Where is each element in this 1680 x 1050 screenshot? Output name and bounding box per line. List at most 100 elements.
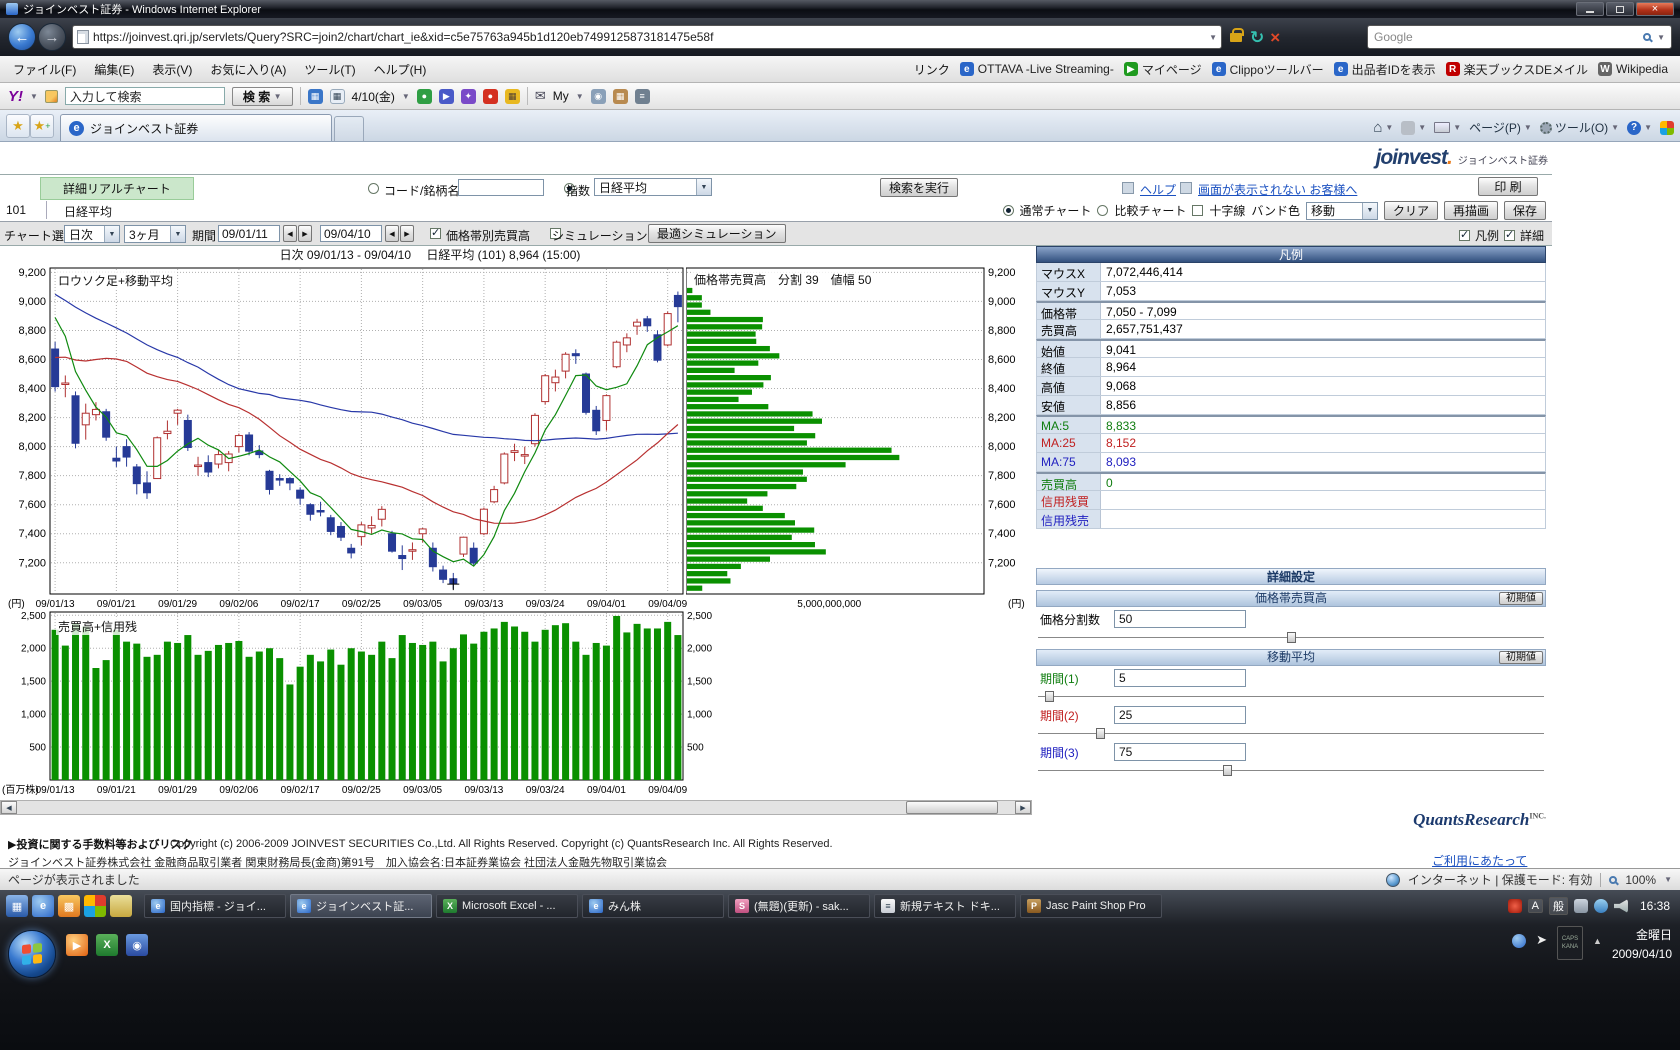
url-dropdown-icon[interactable]: ▼ [1209, 33, 1217, 42]
video-icon[interactable]: ▶ [439, 89, 454, 104]
url-field[interactable]: https://joinvest.qri.jp/servlets/Query?S… [72, 25, 1222, 49]
pricevol-checkbox[interactable] [430, 228, 441, 239]
tune-icon[interactable]: ≡ [635, 89, 650, 104]
nodisplay-link[interactable]: 画面が表示されない お客様へ [1198, 181, 1357, 198]
date-from-prev-button[interactable]: ◀ [283, 225, 297, 242]
setting-value-input[interactable]: 5 [1114, 669, 1246, 687]
setting-slider[interactable] [1036, 690, 1546, 703]
volume-icon[interactable] [1614, 899, 1628, 913]
help-link[interactable]: ヘルプ [1140, 181, 1176, 198]
scroll-thumb[interactable] [906, 801, 998, 814]
range-select[interactable]: 3ヶ月▼ [124, 225, 186, 243]
url-text[interactable]: https://joinvest.qri.jp/servlets/Query?S… [93, 30, 1205, 44]
new-tab-stub[interactable] [334, 116, 364, 141]
search-engine-label[interactable]: Google [1374, 30, 1637, 44]
optimal-simulation-button[interactable]: 最適シミュレーション [648, 224, 786, 243]
link-item[interactable]: e出品者IDを表示 [1334, 61, 1436, 78]
taskbar-button[interactable]: PJasc Paint Shop Pro [1020, 894, 1162, 918]
photo-icon[interactable]: ▦ [613, 89, 628, 104]
my-menu[interactable]: My [553, 89, 569, 103]
link-item[interactable]: ▶マイページ [1124, 61, 1202, 78]
save-button[interactable]: 保存 [1504, 201, 1546, 220]
yahoo-search-button[interactable]: 検 索 ▼ [232, 87, 293, 106]
price-volume-chart[interactable]: 7,2007,4007,6007,8008,0008,2008,4008,600… [686, 262, 1032, 614]
puzzle-icon[interactable]: ▦ [505, 89, 520, 104]
crosshair-checkbox[interactable] [1192, 205, 1203, 216]
minimize-button[interactable] [1576, 2, 1604, 16]
messenger-icon[interactable]: ◉ [126, 934, 148, 956]
date-from-input[interactable]: 09/01/11 [218, 225, 280, 242]
page-menu-button[interactable]: ページ(P)▼ [1469, 119, 1532, 136]
link-item[interactable]: R楽天ブックスDEメイル [1446, 61, 1588, 78]
code-input[interactable] [458, 179, 544, 196]
tray-pointer-icon[interactable]: ➤ [1536, 932, 1547, 948]
yahoo-logo-dropdown-icon[interactable]: ▼ [30, 92, 38, 101]
quicklaunch-ie-icon[interactable]: e [32, 895, 54, 917]
tray-update-icon[interactable] [1512, 934, 1526, 948]
setting-value-input[interactable]: 75 [1114, 743, 1246, 761]
setting-slider[interactable] [1036, 727, 1546, 740]
date-to-input[interactable]: 09/04/10 [320, 225, 382, 242]
alert-icon[interactable]: ● [483, 89, 498, 104]
close-button[interactable]: × [1636, 2, 1674, 16]
scroll-left-button[interactable]: ◀ [1, 801, 17, 814]
taskbar-button[interactable]: ≡新規テキスト ドキ... [874, 894, 1016, 918]
code-radio[interactable] [368, 183, 379, 194]
zoom-icon[interactable] [1609, 876, 1617, 884]
badge-icon[interactable]: ✦ [461, 89, 476, 104]
taskbar-button[interactable]: XMicrosoft Excel - ... [436, 894, 578, 918]
back-button[interactable]: ← [8, 23, 36, 51]
quicklaunch-browser-icon[interactable] [84, 895, 106, 917]
taskbar-button[interactable]: eジョインベスト証... [290, 894, 432, 918]
risk-link[interactable]: ▶投資に関する手数料等およびリスク [8, 836, 192, 852]
menu-item[interactable]: 編集(E) [85, 58, 143, 81]
yahoo-search-input[interactable]: 入力して検索 [65, 87, 225, 105]
index-select[interactable]: 日経平均▼ [594, 178, 712, 196]
ime-kind-button[interactable]: 般 [1549, 897, 1568, 915]
quicklaunch-desktop-icon[interactable]: ▦ [6, 895, 28, 917]
tray-expand-icon[interactable]: ▲ [1593, 936, 1602, 946]
calendar-icon[interactable]: ▦ [330, 89, 345, 104]
forward-button[interactable]: → [38, 23, 66, 51]
quicklaunch-folder-icon[interactable] [110, 895, 132, 917]
link-item[interactable]: eOTTAVA -Live Streaming- [960, 61, 1114, 78]
edit-pencil-icon[interactable] [45, 90, 58, 103]
slider-thumb[interactable] [1223, 765, 1232, 776]
zoom-level[interactable]: 100% [1625, 873, 1656, 887]
mail-icon[interactable]: ✉ [535, 88, 546, 104]
setting-slider[interactable] [1036, 764, 1546, 777]
wallet-icon[interactable]: ● [417, 89, 432, 104]
legend-checkbox[interactable] [1459, 230, 1470, 241]
date-from-next-button[interactable]: ▶ [298, 225, 312, 242]
menu-item[interactable]: ファイル(F) [4, 58, 85, 81]
reset-button[interactable]: 初期値 [1499, 651, 1543, 664]
chart-scrollbar[interactable]: ◀ ▶ [0, 800, 1032, 815]
tray-alert-icon[interactable] [1508, 899, 1522, 913]
search-box[interactable]: Google ▼ [1367, 25, 1672, 49]
quicklaunch-photo-icon[interactable]: ▩ [58, 895, 80, 917]
date-to-next-button[interactable]: ▶ [400, 225, 414, 242]
zoom-dropdown-icon[interactable]: ▼ [1664, 875, 1672, 884]
clear-button[interactable]: クリア [1384, 201, 1438, 220]
frequency-select[interactable]: 日次▼ [64, 225, 120, 243]
stop-button[interactable]: × [1270, 29, 1280, 46]
print-button[interactable]: ▼ [1434, 122, 1461, 133]
excel-quick-icon[interactable]: X [96, 934, 118, 956]
quick-tabs-icon[interactable] [1660, 121, 1674, 135]
slider-thumb[interactable] [1045, 691, 1054, 702]
compare-chart-radio[interactable] [1097, 205, 1108, 216]
tools-menu-button[interactable]: ツール(O)▼ [1540, 119, 1619, 136]
slider-thumb[interactable] [1096, 728, 1105, 739]
reset-button[interactable]: 初期値 [1499, 592, 1543, 605]
setting-slider[interactable] [1036, 631, 1546, 644]
link-item[interactable]: eClippoツールバー [1212, 61, 1324, 78]
candlestick-chart[interactable]: 7,2007,4007,6007,8008,0008,2008,4008,600… [0, 262, 700, 614]
execute-search-button[interactable]: 検索を実行 [880, 178, 958, 197]
ime-mode-button[interactable]: A [1528, 899, 1543, 913]
link-item[interactable]: WWikipedia [1598, 61, 1668, 78]
menu-item[interactable]: ツール(T) [295, 58, 364, 81]
slider-thumb[interactable] [1287, 632, 1296, 643]
redraw-button[interactable]: 再描画 [1444, 201, 1498, 220]
feeds-button[interactable]: ▼ [1401, 121, 1426, 135]
volume-chart[interactable]: 5005001,0001,0001,5001,5002,0002,0002,50… [0, 608, 724, 800]
